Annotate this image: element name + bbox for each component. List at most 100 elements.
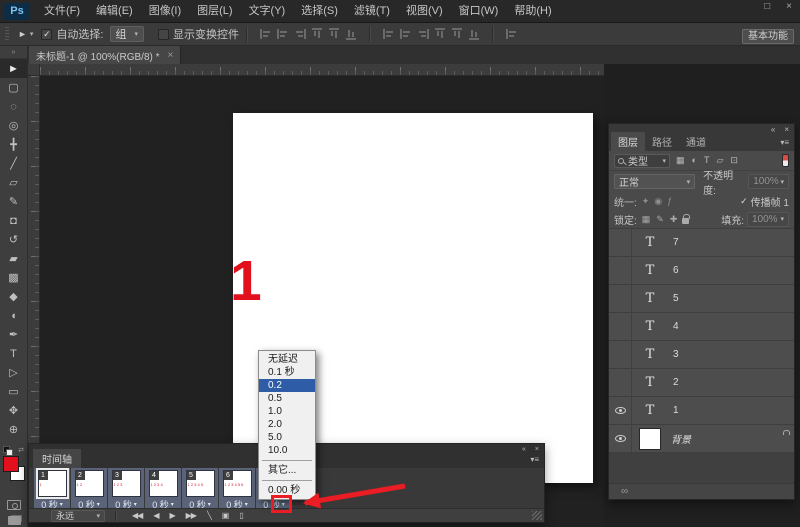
delay-menu-item[interactable]: 其它... — [259, 464, 315, 477]
align-center-h-icon[interactable] — [277, 29, 289, 39]
first-frame-button[interactable]: ◀◀ — [132, 511, 142, 520]
visibility-toggle[interactable] — [609, 313, 632, 340]
tools-collapse-icon[interactable]: » — [0, 46, 27, 59]
layer-row[interactable]: T 3 — [609, 341, 794, 369]
align-left-icon[interactable] — [260, 29, 272, 39]
opacity-dropdown[interactable]: 100% ▾ — [748, 174, 789, 189]
delete-frame-button[interactable]: ▯ — [239, 511, 242, 520]
path-selection-tool[interactable]: ▷ — [0, 363, 27, 382]
history-brush-tool[interactable]: ↺ — [0, 230, 27, 249]
move-tool-preset[interactable]: ►▾ — [18, 29, 33, 39]
play-button[interactable]: ▶ — [169, 511, 174, 520]
menubar-item[interactable]: 文字(Y) — [241, 0, 294, 22]
lock-all-icon[interactable] — [682, 218, 689, 224]
delay-menu-item[interactable]: 0.1 秒 — [259, 366, 315, 379]
auto-select-dropdown[interactable]: 组▾ — [110, 26, 145, 42]
type-tool[interactable]: T — [0, 344, 27, 363]
frame-thumbnail[interactable]: 4 1 2 3 4 — [149, 470, 178, 497]
layer-row[interactable]: T 1 — [609, 397, 794, 425]
tab-close-icon[interactable]: × — [168, 50, 174, 61]
quick-mask-button[interactable] — [7, 500, 21, 510]
layer-thumbnail[interactable]: T — [637, 403, 663, 418]
panel-tab[interactable]: 路径 — [645, 132, 679, 151]
delay-menu-item[interactable]: 2.0 — [259, 418, 315, 431]
close-button[interactable]: × — [786, 1, 792, 12]
menubar-item[interactable]: 文件(F) — [36, 0, 88, 22]
maximize-button[interactable]: □ — [764, 1, 770, 12]
auto-align-icon[interactable] — [506, 29, 522, 39]
layer-row[interactable]: 背景 — [609, 425, 794, 453]
tab-timeline[interactable]: 时间轴 — [33, 449, 81, 468]
delay-menu-item[interactable]: 5.0 — [259, 431, 315, 444]
layer-row[interactable]: T 5 — [609, 285, 794, 313]
animation-frame[interactable]: 2 1 2 0 秒 ▾ — [71, 468, 107, 511]
panel-menu-icon[interactable]: ▾≡ — [530, 455, 539, 464]
menubar-item[interactable]: 视图(V) — [398, 0, 451, 22]
propagate-frame-checkbox[interactable]: ✓ 传播帧 1 — [740, 194, 789, 209]
align-top-icon[interactable] — [312, 28, 322, 40]
filter-kind-icon[interactable]: ▦ — [676, 155, 685, 166]
panel-resize-grip[interactable] — [532, 511, 542, 520]
panel-tab[interactable]: 图层 — [611, 132, 645, 151]
layer-thumbnail[interactable]: T — [637, 263, 663, 278]
close-panel-icon[interactable]: × — [784, 125, 789, 134]
blend-mode-dropdown[interactable]: 正常 ▾ — [614, 174, 695, 189]
menubar-item[interactable]: 滤镜(T) — [346, 0, 398, 22]
frame-thumbnail[interactable]: 1 1 — [38, 470, 67, 497]
animation-frame[interactable]: 6 1 2 3 4 5 6 0 秒 ▾ — [219, 468, 255, 511]
menubar-item[interactable]: 窗口(W) — [451, 0, 507, 22]
menubar-item[interactable]: 图层(L) — [189, 0, 240, 22]
marquee-tool[interactable]: ▢ — [0, 78, 27, 97]
ruler-origin-box[interactable] — [28, 64, 40, 76]
menubar-item[interactable]: 图像(I) — [141, 0, 189, 22]
vertical-ruler[interactable] — [28, 76, 40, 443]
horizontal-ruler[interactable] — [40, 64, 604, 76]
layer-row[interactable]: T 2 — [609, 369, 794, 397]
distribute-bottom-icon[interactable] — [417, 29, 429, 39]
show-transform-checkbox[interactable] — [158, 29, 169, 40]
filter-kind-icon[interactable]: ▱ — [716, 155, 723, 166]
distribute-left-icon[interactable] — [435, 28, 445, 40]
frame-thumbnail[interactable]: 6 1 2 3 4 5 6 — [223, 470, 252, 497]
crop-tool[interactable]: ╋ — [0, 135, 27, 154]
delay-menu-item[interactable] — [262, 460, 312, 461]
eyedropper-tool[interactable]: ╱ — [0, 154, 27, 173]
lasso-tool[interactable]: ◌ — [0, 97, 27, 116]
align-right-icon[interactable] — [294, 29, 306, 39]
filter-kind-icon[interactable]: ◐ — [692, 155, 697, 166]
delay-menu-item[interactable]: 无延迟 — [259, 353, 315, 366]
visibility-toggle[interactable] — [609, 229, 632, 256]
delay-menu-item[interactable]: 1.0 — [259, 405, 315, 418]
layer-thumbnail[interactable]: T — [637, 375, 663, 390]
menubar-item[interactable]: 编辑(E) — [88, 0, 141, 22]
panel-menu-icon[interactable]: ▾≡ — [780, 138, 789, 147]
quick-selection-tool[interactable]: ◎ — [0, 116, 27, 135]
workspace-switcher-button[interactable]: 基本功能 — [742, 29, 794, 44]
dodge-tool[interactable]: ◖ — [0, 306, 27, 325]
healing-brush-tool[interactable]: ▱ — [0, 173, 27, 192]
layer-row[interactable]: T 7 — [609, 229, 794, 257]
visibility-toggle[interactable] — [609, 369, 632, 396]
hand-tool[interactable]: ✥ — [0, 401, 27, 420]
visibility-toggle[interactable] — [609, 285, 632, 312]
link-layers-icon[interactable]: ∞ — [621, 485, 628, 499]
default-colors-icon[interactable] — [3, 446, 10, 453]
animation-frame[interactable]: 3 1 2 3 0 秒 ▾ — [108, 468, 144, 511]
visibility-toggle[interactable] — [609, 425, 632, 452]
visibility-toggle[interactable] — [609, 397, 632, 424]
filter-kind-icon[interactable]: T — [704, 155, 710, 166]
previous-frame-button[interactable]: ◀ — [153, 511, 158, 520]
layer-thumbnail[interactable]: T — [637, 291, 663, 306]
layer-thumbnail[interactable]: T — [637, 347, 663, 362]
distribute-right-icon[interactable] — [469, 28, 479, 40]
frame-thumbnail[interactable]: 3 1 2 3 — [112, 470, 141, 497]
animation-frame[interactable]: 1 1 0 秒 ▾ — [34, 468, 70, 511]
layer-row[interactable]: T 4 — [609, 313, 794, 341]
shape-tool[interactable]: ▭ — [0, 382, 27, 401]
blur-tool[interactable]: ◆ — [0, 287, 27, 306]
unify-icon[interactable]: ƒ — [667, 196, 672, 207]
menubar-item[interactable]: 帮助(H) — [506, 0, 559, 22]
collapse-panel-icon[interactable]: « — [771, 125, 775, 134]
lock-option-icon[interactable]: ✎ — [656, 214, 664, 225]
layer-thumbnail[interactable] — [639, 428, 661, 450]
